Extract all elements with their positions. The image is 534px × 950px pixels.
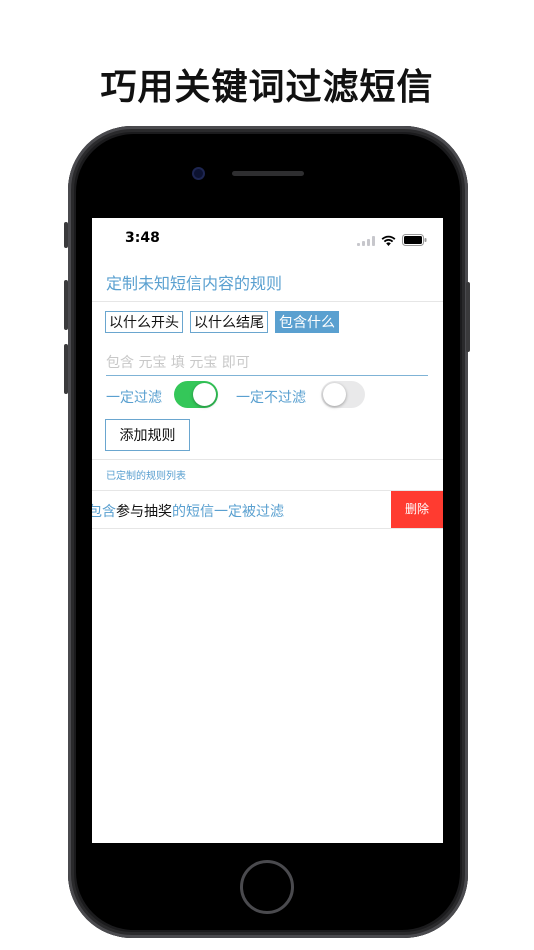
row-bottom-divider — [92, 528, 443, 529]
nav-title: 定制未知短信内容的规则 — [106, 274, 283, 293]
wifi-icon — [381, 231, 396, 250]
filter-switch-label: 一定过滤 — [106, 390, 162, 406]
tag-ends-with[interactable]: 以什么结尾 — [190, 311, 268, 333]
volume-up-button — [64, 280, 68, 330]
rule-text: 包含参与抽奖的短信一定被过滤 — [92, 501, 284, 521]
battery-icon — [402, 231, 427, 250]
tag-starts-with[interactable]: 以什么开头 — [105, 311, 183, 333]
tag-contains[interactable]: 包含什么 — [275, 311, 339, 333]
nav-divider — [92, 301, 443, 302]
headline: 巧用关键词过滤短信 — [100, 67, 434, 108]
rule-row[interactable]: 包含参与抽奖的短信一定被过滤 删除 — [92, 491, 443, 528]
power-button — [466, 282, 470, 352]
rule-list-label: 已定制的规则列表 — [106, 471, 186, 482]
section-divider — [92, 459, 443, 460]
switch-knob — [193, 383, 216, 406]
filter-switch[interactable] — [174, 381, 218, 408]
status-icons — [357, 231, 427, 250]
home-button[interactable] — [240, 860, 294, 914]
volume-down-button — [64, 344, 68, 394]
switch-knob — [323, 383, 346, 406]
rule-keyword: 参与抽奖 — [116, 504, 172, 520]
earpiece-speaker — [232, 171, 304, 176]
status-time: 3:48 — [125, 230, 160, 246]
silent-switch — [64, 222, 68, 248]
no-filter-switch-label: 一定不过滤 — [236, 390, 306, 406]
no-filter-switch[interactable] — [321, 381, 365, 408]
add-rule-button[interactable]: 添加规则 — [105, 419, 190, 451]
keyword-input[interactable] — [106, 351, 428, 376]
delete-rule-button[interactable]: 删除 — [391, 491, 443, 528]
front-camera — [194, 169, 203, 178]
app-screen: 3:48 定制未知短信内容的规则 以什么开头 以什么结尾 包含什么 包含 元宝 … — [92, 218, 443, 843]
rule-suffix: 的短信一定被过滤 — [172, 504, 284, 520]
signal-icon — [357, 231, 375, 250]
rule-prefix: 包含 — [92, 504, 116, 520]
